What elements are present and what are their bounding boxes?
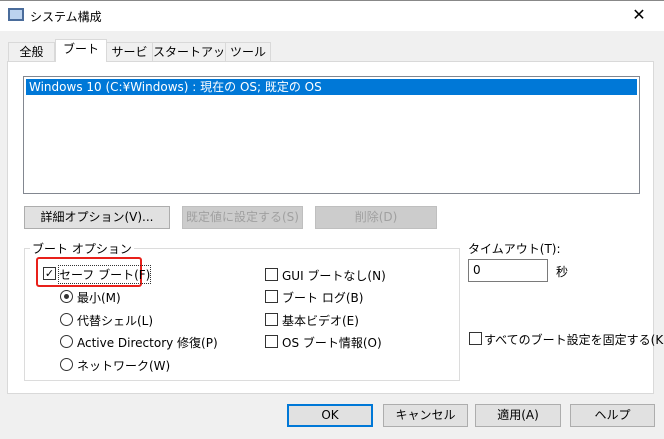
tab-startup[interactable]: スタートアップ — [152, 42, 226, 77]
os-boot-info-checkbox[interactable] — [265, 335, 278, 348]
boot-log-checkbox[interactable] — [265, 290, 278, 303]
radio-network[interactable] — [60, 358, 73, 371]
radio-alternate-shell[interactable] — [60, 313, 73, 326]
timeout-unit: 秒 — [556, 265, 569, 279]
safe-boot-label[interactable]: セーフ ブート(F) — [57, 265, 152, 284]
tab-tools[interactable]: ツール — [225, 42, 271, 62]
radio-ad-repair[interactable] — [60, 335, 73, 348]
no-gui-boot-label[interactable]: GUI ブートなし(N) — [282, 267, 386, 284]
tab-boot[interactable]: ブート — [55, 39, 107, 62]
os-boot-info-label[interactable]: OS ブート情報(O) — [282, 334, 382, 351]
list-item[interactable]: Windows 10 (C:¥Windows) : 現在の OS; 既定の OS — [26, 79, 637, 95]
safe-boot-checkbox[interactable]: ✓ — [43, 267, 56, 280]
delete-button[interactable]: 削除(D) — [315, 206, 437, 229]
close-button[interactable]: ✕ — [626, 4, 652, 26]
radio-ad-repair-label[interactable]: Active Directory 修復(P) — [77, 334, 218, 351]
window-title: システム構成 — [30, 10, 102, 24]
lock-boot-settings-checkbox[interactable] — [469, 332, 482, 345]
tab-services[interactable]: サービス — [106, 42, 153, 77]
advanced-options-button[interactable]: 詳細オプション(V)... — [24, 206, 170, 229]
radio-minimal-label[interactable]: 最小(M) — [77, 289, 121, 306]
base-video-label[interactable]: 基本ビデオ(E) — [282, 312, 359, 329]
boot-options-label: ブート オプション — [30, 240, 134, 257]
help-button[interactable]: ヘルプ — [570, 404, 655, 427]
set-default-button[interactable]: 既定値に設定する(S) — [182, 206, 303, 229]
system-config-icon — [8, 8, 24, 21]
no-gui-boot-checkbox[interactable] — [265, 268, 278, 281]
tab-general[interactable]: 全般 — [8, 42, 55, 62]
timeout-label: タイムアウト(T): — [468, 242, 561, 256]
boot-log-label[interactable]: ブート ログ(B) — [282, 289, 363, 306]
lock-boot-settings-label[interactable]: すべてのブート設定を固定する(K) — [484, 331, 664, 348]
radio-network-label[interactable]: ネットワーク(W) — [77, 357, 170, 374]
radio-minimal[interactable] — [60, 290, 73, 303]
apply-button[interactable]: 適用(A) — [475, 404, 561, 427]
boot-os-list[interactable]: Windows 10 (C:¥Windows) : 現在の OS; 既定の OS — [23, 76, 640, 194]
timeout-input[interactable]: 0 — [468, 259, 548, 282]
base-video-checkbox[interactable] — [265, 313, 278, 326]
ok-button[interactable]: OK — [287, 404, 373, 427]
radio-alternate-shell-label[interactable]: 代替シェル(L) — [77, 312, 153, 329]
cancel-button[interactable]: キャンセル — [383, 404, 468, 427]
